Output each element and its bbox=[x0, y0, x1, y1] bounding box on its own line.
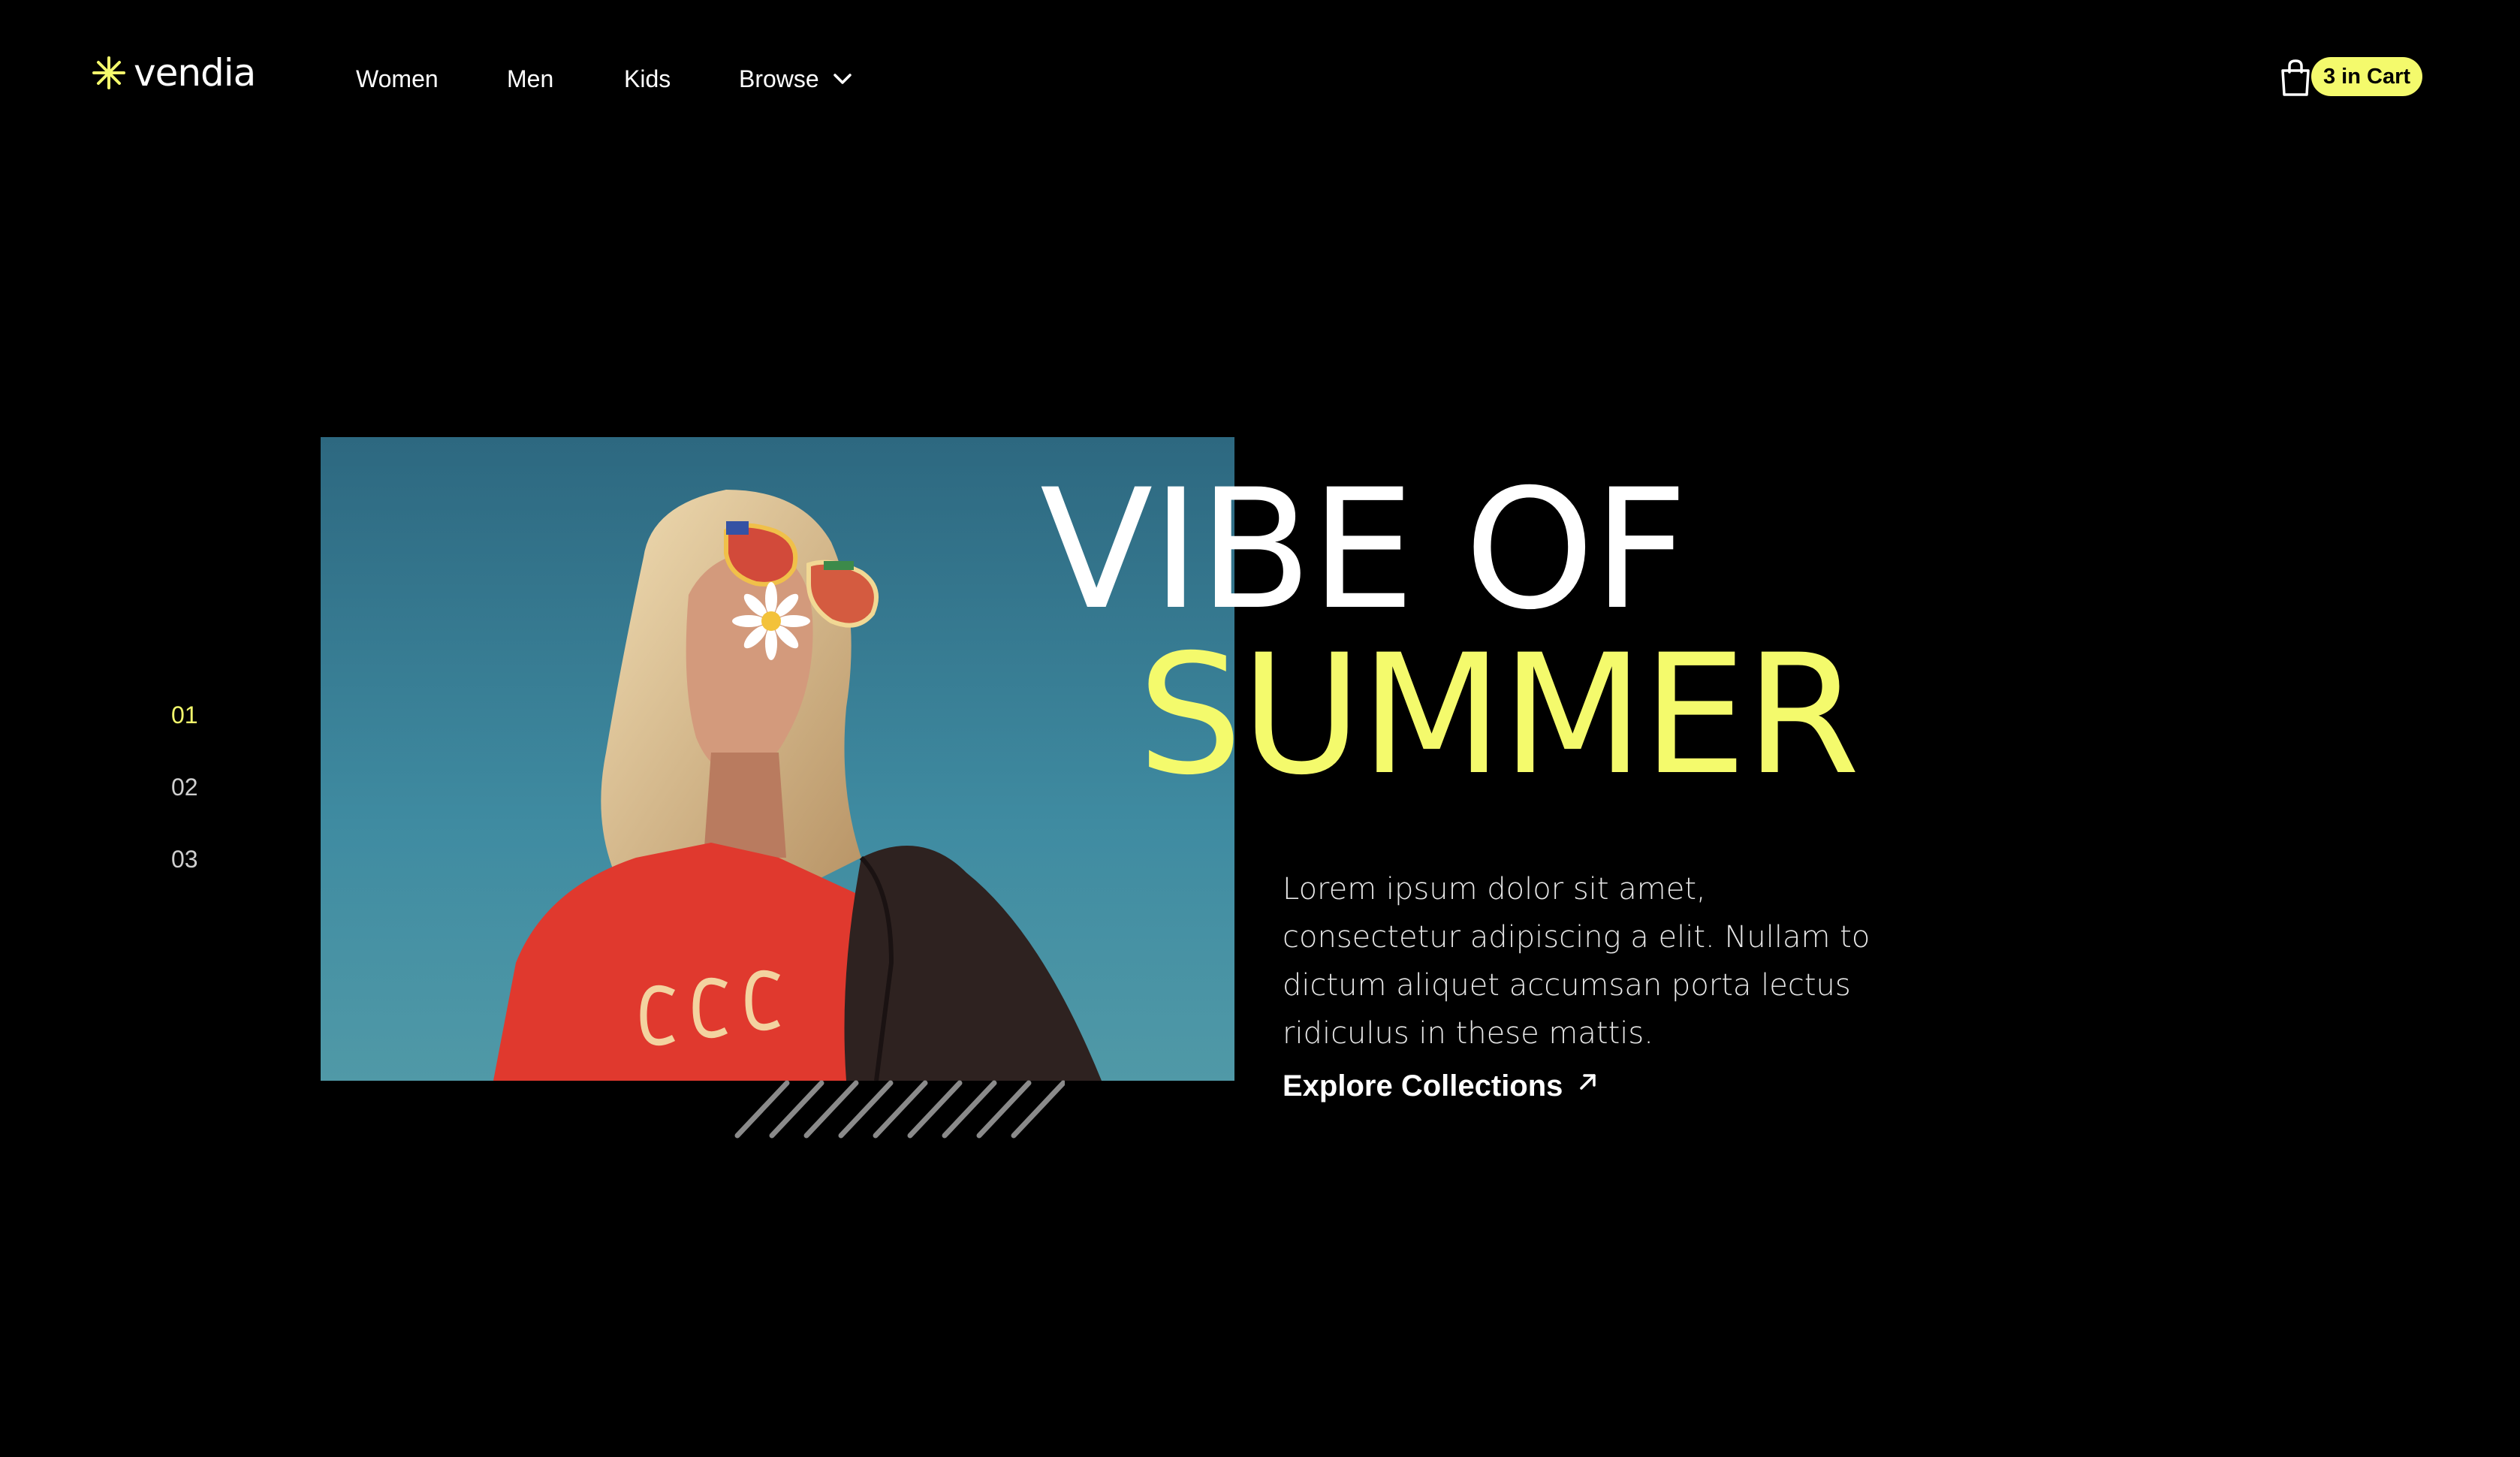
brand-logo[interactable]: vendia bbox=[92, 51, 256, 95]
nav-browse-label: Browse bbox=[739, 65, 819, 92]
explore-collections-link[interactable]: Explore Collections bbox=[1283, 1065, 1599, 1107]
hero-headline-line-2: SUMMER bbox=[1138, 619, 1860, 811]
nav-link-kids[interactable]: Kids bbox=[624, 63, 671, 95]
nav-link-men[interactable]: Men bbox=[507, 63, 553, 95]
hero-headline-line-1: VIBE OF bbox=[1040, 454, 1688, 646]
cart-count-badge: 3 in Cart bbox=[2311, 57, 2423, 96]
asterisk-burst-icon bbox=[92, 56, 125, 89]
chevron-down-icon bbox=[833, 74, 852, 84]
slide-indicator-02[interactable]: 02 bbox=[171, 772, 198, 802]
cart-button[interactable]: 3 in Cart bbox=[2280, 56, 2423, 101]
decorative-stripes bbox=[734, 1080, 1065, 1139]
arrow-up-right-icon bbox=[1580, 1074, 1596, 1090]
nav-link-women[interactable]: Women bbox=[356, 63, 439, 95]
brand-name: vendia bbox=[134, 51, 256, 95]
hero-description: Lorem ipsum dolor sit amet, consectetur … bbox=[1283, 872, 1870, 1051]
nav-dropdown-browse[interactable]: Browse bbox=[739, 63, 852, 95]
shopping-bag-icon bbox=[2281, 59, 2310, 96]
cta-label: Explore Collections bbox=[1283, 1069, 1563, 1103]
slide-indicator-03[interactable]: 03 bbox=[171, 844, 198, 874]
slide-indicator-01[interactable]: 01 bbox=[171, 700, 198, 730]
